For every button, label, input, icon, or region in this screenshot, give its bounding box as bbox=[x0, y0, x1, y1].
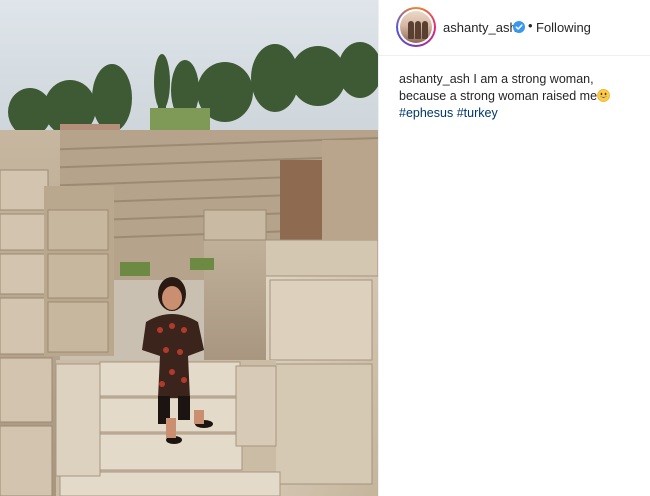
post-photo[interactable] bbox=[0, 0, 378, 496]
hashtag-turkey[interactable]: #turkey bbox=[457, 106, 498, 120]
ruins-photo-illustration bbox=[0, 0, 378, 496]
profile-avatar[interactable] bbox=[396, 7, 436, 47]
grinning-face-emoji-icon bbox=[597, 89, 610, 102]
avatar-image bbox=[400, 11, 432, 43]
verified-badge-icon bbox=[513, 21, 525, 33]
header-username[interactable]: ashanty_ash bbox=[443, 20, 517, 35]
post-sidebar: ashanty_ash • Following ashanty_ash I am… bbox=[378, 0, 650, 496]
post-caption: ashanty_ash I am a strong woman, because… bbox=[399, 71, 643, 122]
caption-username[interactable]: ashanty_ash bbox=[399, 72, 470, 86]
instagram-post: ashanty_ash • Following ashanty_ash I am… bbox=[0, 0, 650, 496]
following-button[interactable]: Following bbox=[536, 20, 591, 35]
hashtag-ephesus[interactable]: #ephesus bbox=[399, 106, 453, 120]
post-header: ashanty_ash • Following bbox=[379, 0, 650, 56]
separator-dot: • bbox=[528, 18, 533, 33]
